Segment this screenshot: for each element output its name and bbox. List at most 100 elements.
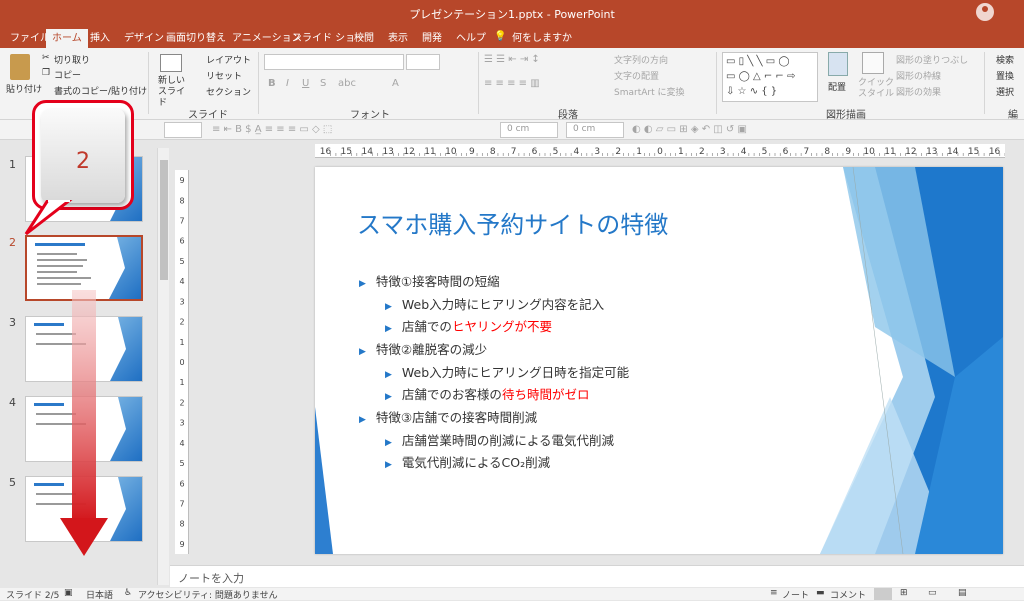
- layout-button[interactable]: レイアウト: [206, 53, 251, 66]
- arrange-icon[interactable]: [828, 52, 848, 76]
- reading-view-icon[interactable]: ▭: [928, 588, 937, 598]
- slide-canvas[interactable]: スマホ購入予約サイトの特徴 ▶ 特徴①接客時間の短縮 ▶ Web入力時にヒアリング内…: [315, 167, 1003, 554]
- select-button[interactable]: 選択: [996, 85, 1014, 98]
- ruler-tick-label: 4: [179, 439, 184, 448]
- paste-button[interactable]: 貼り付け: [6, 82, 42, 95]
- text-direction-button[interactable]: 文字列の方向: [614, 53, 668, 66]
- ruler-tick-label: 7: [179, 217, 184, 226]
- slide-sorter-icon[interactable]: ⊞: [900, 588, 908, 598]
- spellcheck-icon[interactable]: ▣: [64, 588, 73, 598]
- language-indicator[interactable]: 日本語: [86, 588, 113, 601]
- ruler-tick-label: 8: [824, 147, 830, 157]
- tab-help[interactable]: ヘルプ: [450, 29, 492, 48]
- ruler-tick-label: 1: [678, 147, 684, 157]
- bullet-level-2[interactable]: ▶ 店舗でのお客様の待ち時間がゼロ: [385, 384, 589, 403]
- bullet-level-2[interactable]: ▶ 電気代削減によるCO₂削減: [385, 452, 550, 471]
- bullet-level-2[interactable]: ▶ Web入力時にヒアリング日時を指定可能: [385, 362, 629, 381]
- notes-toggle[interactable]: ノート: [782, 588, 809, 601]
- shape-height-input[interactable]: 0 cm: [500, 122, 558, 138]
- separator: [716, 52, 717, 114]
- quick-styles-button[interactable]: クイック スタイル: [858, 78, 894, 100]
- reset-button[interactable]: リセット: [206, 69, 242, 82]
- bullet-level-1[interactable]: ▶ 特徴③店舗での接客時間削減: [359, 407, 537, 426]
- tab-insert[interactable]: 挿入: [84, 29, 116, 48]
- bullet-level-2[interactable]: ▶ Web入力時にヒアリング内容を記入: [385, 294, 604, 313]
- ruler-tick-label: 12: [905, 147, 916, 157]
- account-icon[interactable]: [976, 3, 994, 21]
- format-painter-button[interactable]: 書式のコピー/貼り付け: [54, 84, 147, 97]
- comments-toggle[interactable]: コメント: [830, 588, 866, 601]
- tab-view[interactable]: 表示: [382, 29, 414, 48]
- slide-number: 3: [9, 316, 16, 329]
- ruler-tick-label: 9: [179, 540, 184, 549]
- ruler-tick-label: 1: [636, 147, 642, 157]
- font-size-select[interactable]: [406, 54, 440, 70]
- shape-width-input[interactable]: 0 cm: [566, 122, 624, 138]
- cut-button[interactable]: 切り取り: [54, 53, 90, 66]
- bullet-arrow-icon: ▶: [385, 438, 392, 448]
- normal-view-icon[interactable]: [874, 588, 892, 600]
- accessibility-status[interactable]: アクセシビリティ: 問題ありません: [138, 588, 278, 601]
- ruler-tick-label: 7: [511, 147, 517, 157]
- shape-outline-button[interactable]: 図形の枠線: [896, 69, 941, 82]
- slideshow-icon[interactable]: ▤: [958, 588, 967, 598]
- ruler-tick-label: 10: [445, 147, 457, 157]
- tab-home[interactable]: ホーム: [46, 29, 88, 48]
- section-button[interactable]: セクション: [206, 85, 251, 98]
- strikethrough-button[interactable]: abc: [338, 78, 356, 89]
- format-icons[interactable]: ≡ ⇤ B $ A̲ ≡ ≡ ≡ ▭ ◇ ⬚: [212, 124, 332, 135]
- shape-fill-button[interactable]: 図形の塗りつぶし: [896, 53, 968, 66]
- notes-pane[interactable]: ノートを入力: [170, 565, 1024, 587]
- toolbar-combo[interactable]: [164, 122, 202, 138]
- shadow-button[interactable]: S: [320, 78, 326, 89]
- ruler-tick-label: 5: [553, 147, 559, 157]
- group-label-paragraph: 段落: [558, 110, 578, 121]
- ruler-tick-label: 8: [490, 147, 496, 157]
- slide-number: 2: [9, 236, 16, 249]
- title-bar: プレゼンテーション1.pptx - PowerPoint: [0, 0, 1024, 26]
- arrange-button[interactable]: 配置: [828, 80, 846, 93]
- notes-placeholder: ノートを入力: [178, 572, 244, 585]
- font-color-button[interactable]: A: [392, 78, 399, 89]
- new-slide-button[interactable]: 新しい スライド: [158, 76, 188, 109]
- paste-icon[interactable]: [10, 54, 30, 80]
- thumbnail-scrollbar[interactable]: [157, 148, 169, 585]
- font-family-select[interactable]: [264, 54, 404, 70]
- replace-button[interactable]: 置換: [996, 69, 1014, 82]
- ruler-tick-label: 3: [179, 297, 184, 306]
- tell-me-search[interactable]: 何をしますか: [506, 29, 578, 48]
- bullet-level-2[interactable]: ▶ 店舗でのヒヤリングが不要: [385, 316, 552, 335]
- arrange-icons[interactable]: ◐ ◐ ▱ ▭ ⊞ ◈ ↶ ◫ ↺ ▣: [632, 124, 747, 135]
- slide-number: 5: [9, 476, 16, 489]
- quick-styles-icon[interactable]: [862, 52, 884, 74]
- underline-button[interactable]: U: [302, 78, 309, 89]
- group-label-font: フォント: [350, 110, 390, 121]
- copy-icon[interactable]: ❐: [42, 68, 50, 78]
- copy-button[interactable]: コピー: [54, 68, 81, 81]
- ruler-tick-label: 3: [179, 419, 184, 428]
- bullet-arrow-icon: ▶: [385, 460, 392, 470]
- ruler-tick-label: 0: [657, 147, 663, 157]
- smartart-button[interactable]: SmartArt に変換: [614, 85, 684, 98]
- slide-number: 1: [9, 158, 16, 171]
- shape-effects-button[interactable]: 図形の効果: [896, 85, 941, 98]
- align-text-button[interactable]: 文字の配置: [614, 69, 659, 82]
- slide-title[interactable]: スマホ購入予約サイトの特徴: [357, 205, 668, 240]
- bullet-level-1[interactable]: ▶ 特徴①接客時間の短縮: [359, 271, 500, 290]
- shapes-gallery[interactable]: ▭ ▯ ╲ ╲ ▭ ◯ ▭ ◯ △ ⌐ ⌐ ⇨ ⇩ ☆ ∿ { }: [722, 52, 818, 102]
- bullet-arrow-icon: ▶: [385, 324, 392, 334]
- tab-transitions[interactable]: 画面切り替え: [160, 29, 232, 48]
- align-icons[interactable]: ≡ ≡ ≡ ≡ ▥: [484, 78, 540, 89]
- tab-developer[interactable]: 開発: [416, 29, 448, 48]
- bullets-icon[interactable]: ☰ ☰ ⇤ ⇥ ↕: [484, 54, 540, 65]
- italic-button[interactable]: I: [286, 78, 289, 89]
- tab-review[interactable]: 校閲: [348, 29, 380, 48]
- bullet-level-1[interactable]: ▶ 特徴②離脱客の減少: [359, 339, 487, 358]
- new-slide-icon[interactable]: [160, 54, 182, 72]
- ruler-tick-label: 14: [947, 147, 959, 157]
- scissors-icon[interactable]: ✂: [42, 53, 50, 63]
- bullet-level-2[interactable]: ▶ 店舗営業時間の削減による電気代削減: [385, 430, 614, 449]
- ruler-tick-label: 2: [615, 147, 621, 157]
- bold-button[interactable]: B: [268, 78, 276, 89]
- find-button[interactable]: 検索: [996, 53, 1014, 66]
